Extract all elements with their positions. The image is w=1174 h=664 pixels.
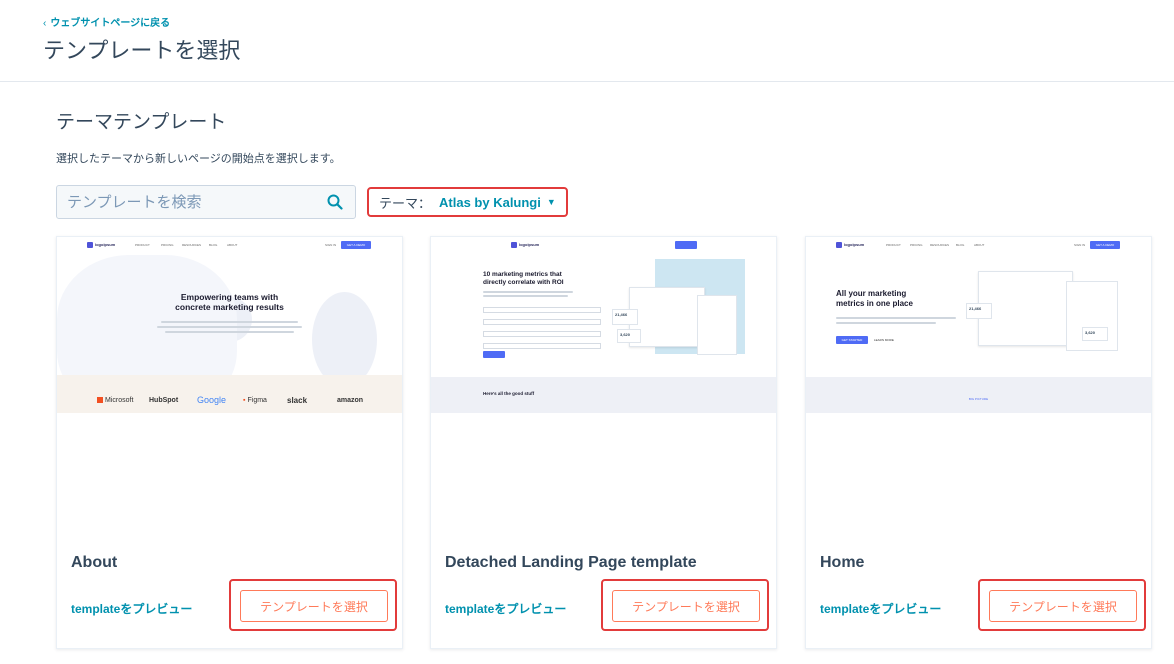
brand-logo: HubSpot [149,397,179,404]
thumbnail-dashboard-card [697,295,737,355]
thumbnail-dashboard-card [978,271,1073,346]
template-card-detached-landing-page: logoipsum 10 marketing metrics that dire… [430,236,777,649]
back-to-website-pages-link[interactable]: ‹ ウェブサイトページに戻る [43,14,170,29]
thumbnail-section: BIG PICTURE [806,377,1151,413]
thumbnail-nav-item: SIGN IN [325,243,337,247]
thumbnail-logo: logoipsum [87,242,115,248]
template-search-box [56,185,356,219]
thumbnail-nav: logoipsum PRODUCT PRICING RESOURCES BLOG… [806,237,1151,255]
thumbnail-brand-strip: Microsoft HubSpot Google ▪ Figma slack am… [57,375,402,413]
thumbnail-learn-more: LEARN MORE [874,338,894,342]
thumbnail-text-line [157,326,302,328]
brand-logo: Microsoft [97,397,133,404]
thumbnail-form [483,307,601,357]
thumbnail-text-line [836,322,936,324]
select-template-button[interactable]: テンプレートを選択 [240,590,388,622]
thumbnail-text-line [161,321,298,323]
thumbnail-cta: GET A DEMO [341,241,371,249]
thumbnail-nav: logoipsum [431,237,776,255]
thumbnail-section-label: BIG PICTURE [968,397,989,401]
caret-down-icon: ▼ [546,197,556,207]
preview-template-link[interactable]: templateをプレビュー [820,600,941,617]
thumbnail-logo: logoipsum [836,242,864,248]
template-thumbnail[interactable]: logoipsum 10 marketing metrics that dire… [431,237,776,413]
thumbnail-section: Here's all the good stuff [431,377,776,413]
thumbnail-heading: All your marketing metrics in one place [836,289,913,308]
theme-filter-value: Atlas by Kalungi [439,194,541,210]
thumbnail-section-heading: Here's all the good stuff [483,391,535,396]
thumbnail-text-line [165,331,294,333]
thumbnail-stat: 21,466 [966,303,992,319]
thumbnail-nav-item: PRICING [910,243,923,247]
section-title: テーマテンプレート [56,112,227,133]
template-name: Home [820,554,865,571]
template-thumbnail[interactable]: logoipsum PRODUCT PRICING RESOURCES BLOG… [57,237,402,413]
thumbnail-stat: 3,620 [1082,327,1108,341]
thumbnail-nav-item: PRICING [161,243,174,247]
page-title: テンプレートを選択 [43,38,241,63]
template-name: Detached Landing Page template [445,554,697,571]
thumbnail-stat: 21,466 [612,309,638,325]
brand-logo: ▪ Figma [243,397,267,404]
section-description: 選択したテーマから新しいページの開始点を選択します。 [56,153,341,165]
template-name: About [71,554,118,571]
thumbnail-heading: Empowering teams with concrete marketing… [175,292,284,312]
select-template-button[interactable]: テンプレートを選択 [989,590,1137,622]
select-template-highlight: テンプレートを選択 [601,579,769,631]
thumbnail-nav-item: PRODUCT [886,243,901,247]
chevron-left-icon: ‹ [43,18,47,29]
search-icon[interactable] [327,194,343,210]
thumbnail-nav-item: RESOURCES [182,243,202,247]
brand-logo: Google [197,395,227,405]
thumbnail-text-line [836,317,956,319]
brand-logo: amazon [337,397,364,404]
thumbnail-cta [675,241,697,249]
thumbnail-nav-item: ABOUT [227,243,238,247]
select-template-button[interactable]: テンプレートを選択 [612,590,760,622]
template-card-about: logoipsum PRODUCT PRICING RESOURCES BLOG… [56,236,403,649]
thumbnail-nav-item: BLOG [209,243,218,247]
thumbnail-heading: 10 marketing metrics that directly corre… [483,271,564,286]
theme-filter-dropdown[interactable]: テーマ： Atlas by Kalungi ▼ [367,187,568,217]
thumbnail-nav-item: BLOG [956,243,965,247]
thumbnail-get-started: GET STARTED [836,336,868,344]
top-bar: ‹ ウェブサイトページに戻る テンプレートを選択 [0,0,1174,82]
select-template-highlight: テンプレートを選択 [978,579,1146,631]
thumbnail-logo: logoipsum [511,242,539,248]
select-template-highlight: テンプレートを選択 [229,579,397,631]
thumbnail-text-line [483,291,573,293]
thumbnail-stat: 3,620 [617,329,641,343]
theme-filter-label: テーマ： [379,195,432,211]
thumbnail-submit [483,351,505,358]
template-thumbnail[interactable]: logoipsum PRODUCT PRICING RESOURCES BLOG… [806,237,1151,413]
back-link-label: ウェブサイトページに戻る [50,18,171,29]
thumbnail-nav-item: RESOURCES [930,243,950,247]
thumbnail-nav-item: PRODUCT [135,243,150,247]
thumbnail-nav: logoipsum PRODUCT PRICING RESOURCES BLOG… [57,237,402,255]
brand-logo: slack [287,396,308,405]
thumbnail-nav-item: ABOUT [974,243,985,247]
preview-template-link[interactable]: templateをプレビュー [71,600,192,617]
template-search-input[interactable] [57,186,319,218]
thumbnail-nav-item: SIGN IN [1074,243,1086,247]
preview-template-link[interactable]: templateをプレビュー [445,600,566,617]
thumbnail-text-line [483,295,568,297]
thumbnail-cta: GET A DEMO [1090,241,1120,249]
template-card-home: logoipsum PRODUCT PRICING RESOURCES BLOG… [805,236,1152,649]
